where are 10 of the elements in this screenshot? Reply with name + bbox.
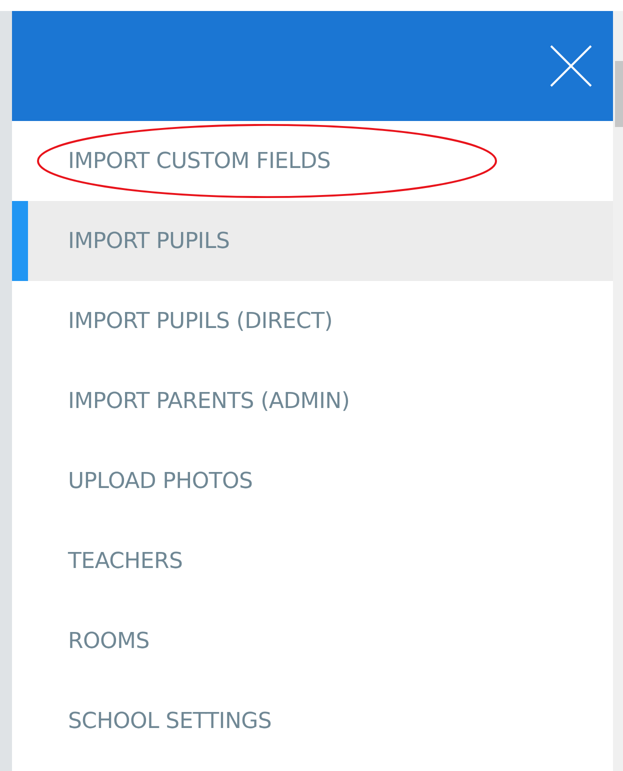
menu-item[interactable]: UPLOAD PHOTOS: [12, 441, 613, 521]
menu-item[interactable]: IMPORT PUPILS (DIRECT): [12, 281, 613, 361]
menu-item[interactable]: ROOMS: [12, 601, 613, 681]
menu-item[interactable]: IMPORT PARENTS (ADMIN): [12, 361, 613, 441]
close-button[interactable]: [549, 44, 593, 88]
close-icon: [549, 44, 593, 88]
menu-item[interactable]: IMPORT PUPILS: [12, 201, 613, 281]
menu-item[interactable]: SCHOOL SETTINGS: [12, 681, 613, 761]
menu-item[interactable]: IMPORT CUSTOM FIELDS: [12, 121, 613, 201]
menu-item[interactable]: TEACHERS: [12, 521, 613, 601]
